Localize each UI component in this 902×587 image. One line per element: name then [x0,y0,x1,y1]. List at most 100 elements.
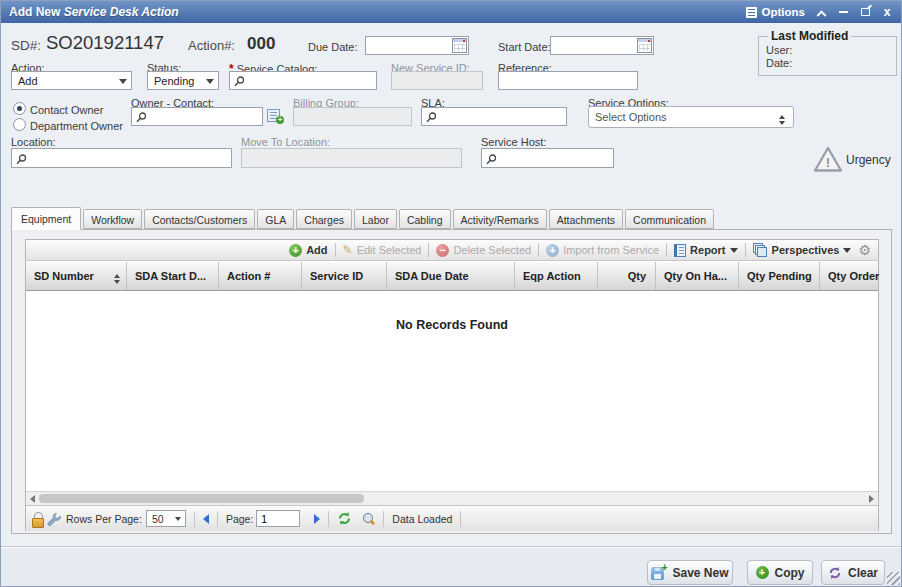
billing-group-input [293,107,412,126]
close-icon: x [884,6,891,18]
start-date-input[interactable] [550,36,654,55]
dropdown-arrow-icon [730,248,738,257]
resize-grip[interactable] [887,572,900,585]
due-date-input[interactable] [365,36,469,55]
minimize-button[interactable] [837,5,849,19]
department-owner-radio[interactable] [13,118,26,131]
tab-attachments[interactable]: Attachments [549,209,623,229]
last-modified-fieldset: Last Modified User: Date: [758,29,897,76]
tab-communication[interactable]: Communication [625,209,714,229]
tab-activity-remarks[interactable]: Activity/Remarks [453,209,547,229]
column-header-eqp-action[interactable]: Eqp Action [515,262,598,290]
sort-icon[interactable] [114,271,120,287]
lock-icon[interactable] [31,512,43,526]
column-header-sd-number[interactable]: SD Number [26,262,127,290]
edit-selected-button[interactable]: ✎Edit Selected [343,243,422,257]
service-options-select[interactable]: Select Options [588,106,794,128]
dropdown-arrow-icon [119,79,127,84]
grid-body: No Records Found [26,292,878,491]
status-select[interactable]: Pending [147,71,219,90]
contact-owner-label: Contact Owner [30,104,103,116]
svg-text:!: ! [826,155,830,170]
sla-input[interactable] [421,107,567,126]
clear-button[interactable]: Clear [821,560,885,585]
action-select[interactable]: Add [11,71,132,90]
spinner-icon [779,112,785,128]
action-number-value: 000 [247,34,275,54]
column-header-service-id[interactable]: Service ID [302,262,387,290]
search-icon [426,112,437,123]
add-icon: + [289,244,302,257]
last-modified-title: Last Modified [768,29,851,43]
options-button[interactable]: Options [762,6,805,18]
scrollbar-thumb[interactable] [39,494,364,503]
perspectives-button[interactable]: Perspectives [753,243,852,257]
tab-labor[interactable]: Labor [354,209,397,229]
footer-bar: +Save New +Copy Clear [1,548,901,587]
column-header-qty-order[interactable]: Qty Order [820,262,895,290]
tab-panel-equipment: +Add ✎Edit Selected −Delete Selected +Im… [11,229,892,534]
due-date-label: Due Date: [308,41,358,53]
column-header-sda-start-date[interactable]: SDA Start D... [127,262,219,290]
column-header-qty-pending[interactable]: Qty Pending [739,262,820,290]
service-catalog-input[interactable] [229,71,377,90]
import-from-service-button[interactable]: +Import from Service [546,244,659,257]
search-icon [136,112,147,123]
select-contact-icon[interactable]: + [267,108,284,124]
tab-equipment[interactable]: Equipment [11,207,81,230]
tab-gla[interactable]: GLA [257,209,294,229]
rows-per-page-select[interactable]: 50 [146,510,186,527]
clear-icon [828,566,842,580]
last-modified-date-label: Date: [766,57,889,69]
delete-icon: − [436,244,449,257]
tab-contacts-customers[interactable]: Contacts/Customers [144,209,255,229]
rows-per-page-label: Rows Per Page: [66,513,142,525]
wrench-icon[interactable] [47,512,61,526]
dropdown-arrow-icon [175,517,181,524]
move-to-location-label: Move To Location: [241,136,330,148]
sd-number-value: SO201921147 [46,32,164,54]
column-header-qty-on-hand[interactable]: Qty On Ha... [656,262,739,290]
contact-owner-radio[interactable] [13,102,26,115]
refresh-icon[interactable] [337,511,352,526]
due-date-calendar-icon[interactable] [452,38,467,53]
scroll-left-arrow-icon[interactable] [30,495,35,503]
popout-button[interactable] [859,5,871,19]
grid-settings-gear-icon[interactable]: ⚙ [858,242,871,258]
minimize-icon [839,11,848,13]
collapse-button[interactable] [815,5,827,19]
reference-input[interactable] [498,71,638,90]
horizontal-scrollbar[interactable] [26,491,878,505]
column-header-qty[interactable]: Qty [598,262,656,290]
tab-cabling[interactable]: Cabling [399,209,451,229]
tab-charges[interactable]: Charges [296,209,352,229]
title-bar: Add New Service Desk Action Options x [1,1,901,23]
start-date-calendar-icon[interactable] [637,38,652,53]
urgency-warning-icon[interactable]: ! [813,146,843,173]
search-records-icon[interactable] [362,512,375,525]
delete-selected-button[interactable]: −Delete Selected [436,244,531,257]
next-page-button[interactable] [314,514,320,524]
service-host-input[interactable] [481,148,614,168]
report-button[interactable]: Report [674,244,737,257]
grid-toolbar: +Add ✎Edit Selected −Delete Selected +Im… [26,240,878,261]
previous-page-button[interactable] [203,514,209,524]
location-input[interactable] [11,148,232,168]
column-header-sda-due-date[interactable]: SDA Due Date [387,262,515,290]
owner-contact-input[interactable] [131,107,263,126]
close-button[interactable]: x [881,5,893,19]
action-number-label: Action#: [188,38,235,53]
add-button[interactable]: +Add [289,244,327,257]
page-number-input[interactable] [256,510,300,527]
scroll-right-arrow-icon[interactable] [869,495,874,503]
page-label: Page: [226,513,253,525]
grid-pager: Rows Per Page: 50 Page: Data Loaded [26,505,878,531]
tab-workflow[interactable]: Workflow [83,209,142,229]
copy-button[interactable]: +Copy [747,560,813,585]
report-icon [674,244,686,257]
save-new-button[interactable]: +Save New [647,560,733,585]
search-icon [486,154,497,165]
urgency-label: Urgency [846,153,891,167]
column-header-action-number[interactable]: Action # [219,262,302,290]
department-owner-label: Department Owner [30,120,123,132]
